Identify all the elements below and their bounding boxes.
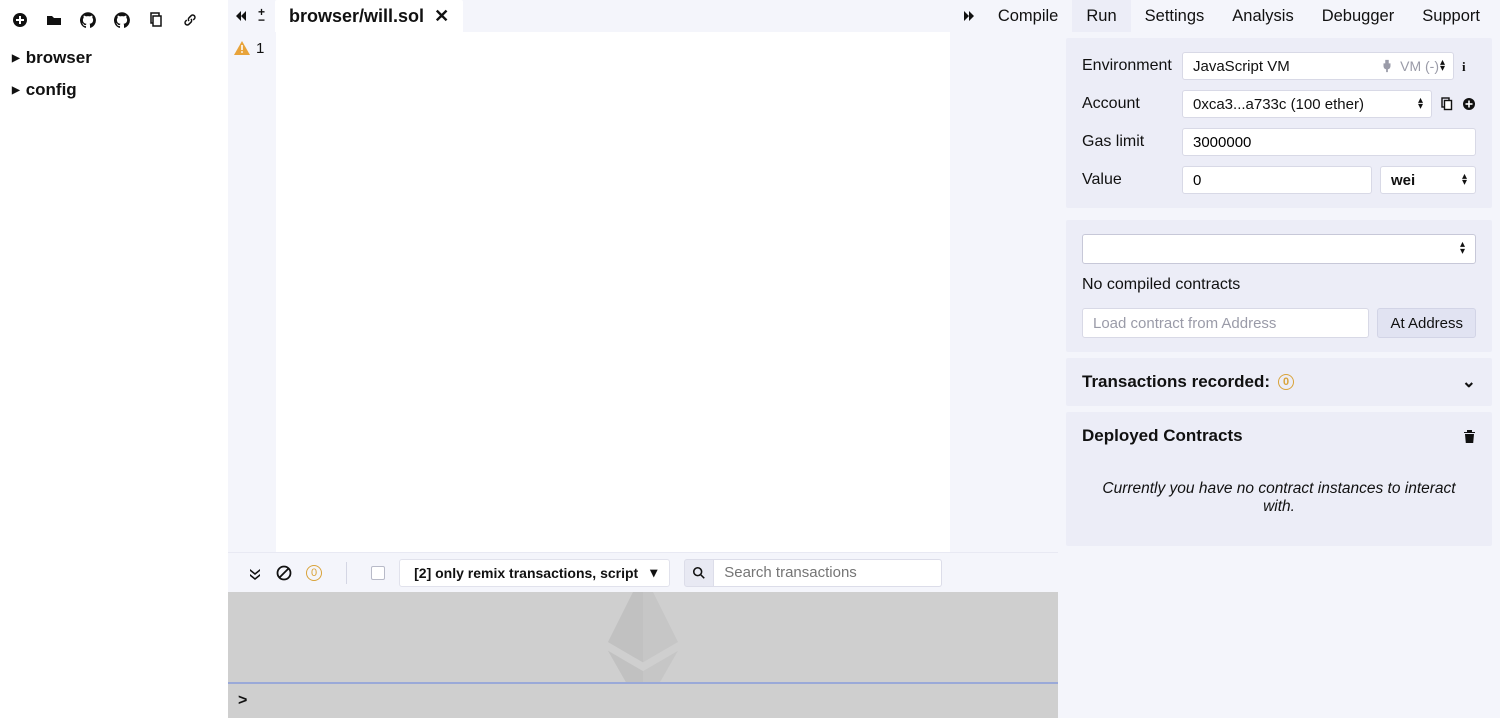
caret-updown-icon: ▴▾ — [1418, 98, 1423, 110]
terminal-output[interactable] — [228, 592, 1058, 682]
info-icon[interactable]: i — [1462, 59, 1476, 73]
editor-tabbar: + − browser/will.sol ✕ — [228, 0, 1058, 32]
no-deployed-message: Currently you have no contract instances… — [1082, 446, 1476, 532]
warning-count: 1 — [256, 40, 264, 57]
plug-icon — [1380, 59, 1394, 73]
copy-address-icon[interactable] — [1440, 97, 1454, 111]
folder-label: config — [26, 80, 77, 100]
add-account-icon[interactable] — [1462, 97, 1476, 111]
tx-recorded-count: 0 — [1278, 374, 1294, 390]
caret-right-icon: ▶ — [12, 53, 20, 64]
at-address-button[interactable]: At Address — [1377, 308, 1476, 338]
tab-support[interactable]: Support — [1408, 0, 1494, 32]
deployed-contracts-section: Deployed Contracts Currently you have no… — [1066, 412, 1492, 546]
transactions-recorded-section: Transactions recorded: 0 ⌄ — [1066, 358, 1492, 406]
environment-value: JavaScript VM — [1193, 58, 1290, 75]
tx-recorded-title: Transactions recorded: — [1082, 372, 1270, 392]
environment-label: Environment — [1082, 57, 1182, 75]
account-select[interactable]: 0xca3...a733c (100 ether) ▴▾ — [1182, 90, 1432, 118]
github-icon[interactable] — [114, 12, 130, 28]
caret-right-icon: ▶ — [12, 85, 20, 96]
close-tab-icon[interactable]: ✕ — [434, 6, 449, 27]
tab-settings[interactable]: Settings — [1131, 0, 1219, 32]
terminal-prompt: > — [238, 692, 247, 710]
editor-tab[interactable]: browser/will.sol ✕ — [275, 0, 463, 32]
file-explorer-panel: ▶ browser ▶ config — [0, 0, 228, 718]
tree-folder-browser[interactable]: ▶ browser — [10, 42, 218, 74]
ethereum-logo-icon — [598, 592, 688, 682]
open-folder-icon[interactable] — [46, 12, 62, 28]
divider — [346, 562, 347, 584]
warning-icon — [234, 40, 250, 56]
gas-limit-label: Gas limit — [1082, 133, 1182, 151]
link-icon[interactable] — [182, 12, 198, 28]
tab-title: browser/will.sol — [289, 6, 424, 27]
search-transactions-input[interactable] — [714, 559, 942, 587]
environment-note: VM (-) — [1400, 58, 1439, 74]
caret-down-icon: ▾ — [650, 564, 657, 581]
github-icon[interactable] — [80, 12, 96, 28]
contract-deploy-panel: ▴▾ No compiled contracts Load contract f… — [1066, 220, 1492, 352]
clear-terminal-icon[interactable] — [276, 565, 292, 581]
code-editor[interactable] — [942, 32, 950, 552]
no-compiled-message: No compiled contracts — [1082, 276, 1476, 294]
value-unit: wei — [1391, 172, 1415, 189]
copy-files-icon[interactable] — [148, 12, 164, 28]
terminal-toolbar: 0 [2] only remix transactions, script ▾ — [228, 552, 1058, 592]
account-label: Account — [1082, 95, 1182, 113]
account-value: 0xca3...a733c (100 ether) — [1193, 96, 1364, 113]
tab-compile[interactable]: Compile — [984, 0, 1073, 32]
font-decrease-icon[interactable]: − — [258, 16, 265, 24]
tab-debugger[interactable]: Debugger — [1308, 0, 1408, 32]
trash-icon[interactable] — [1463, 429, 1476, 444]
new-file-icon[interactable] — [12, 12, 28, 28]
caret-updown-icon: ▴▾ — [1462, 174, 1467, 186]
listen-checkbox[interactable] — [371, 566, 385, 580]
right-tabs: Compile Run Settings Analysis Debugger S… — [1058, 0, 1500, 32]
pending-tx-badge: 0 — [306, 565, 322, 581]
tab-analysis[interactable]: Analysis — [1218, 0, 1307, 32]
tx-filter-select[interactable]: [2] only remix transactions, script ▾ — [399, 559, 670, 587]
terminal-input[interactable]: > — [228, 682, 1058, 718]
folder-label: browser — [26, 48, 92, 68]
run-settings-panel: Environment JavaScript VM VM (-) ▴▾ i Ac… — [1066, 38, 1492, 208]
value-unit-select[interactable]: wei ▴▾ — [1380, 166, 1476, 194]
tab-run[interactable]: Run — [1072, 0, 1130, 32]
filter-label: [2] only remix transactions, script — [414, 565, 638, 581]
search-icon[interactable] — [684, 559, 714, 587]
environment-select[interactable]: JavaScript VM VM (-) ▴▾ — [1182, 52, 1454, 80]
expand-panel-icon[interactable] — [954, 0, 984, 32]
value-label: Value — [1082, 171, 1182, 189]
contract-select[interactable]: ▴▾ — [1082, 234, 1476, 264]
tree-folder-config[interactable]: ▶ config — [10, 74, 218, 106]
gas-limit-input[interactable] — [1182, 128, 1476, 156]
caret-updown-icon: ▴▾ — [1460, 241, 1465, 255]
collapse-terminal-icon[interactable] — [248, 566, 262, 580]
collapse-panel-icon[interactable] — [234, 9, 248, 23]
load-address-input[interactable]: Load contract from Address — [1082, 308, 1369, 338]
editor-gutter — [276, 32, 942, 552]
warning-bar[interactable]: 1 — [228, 32, 276, 552]
deployed-title: Deployed Contracts — [1082, 426, 1243, 446]
chevron-down-icon[interactable]: ⌄ — [1462, 372, 1476, 392]
caret-updown-icon: ▴▾ — [1440, 60, 1445, 72]
value-input[interactable] — [1182, 166, 1372, 194]
